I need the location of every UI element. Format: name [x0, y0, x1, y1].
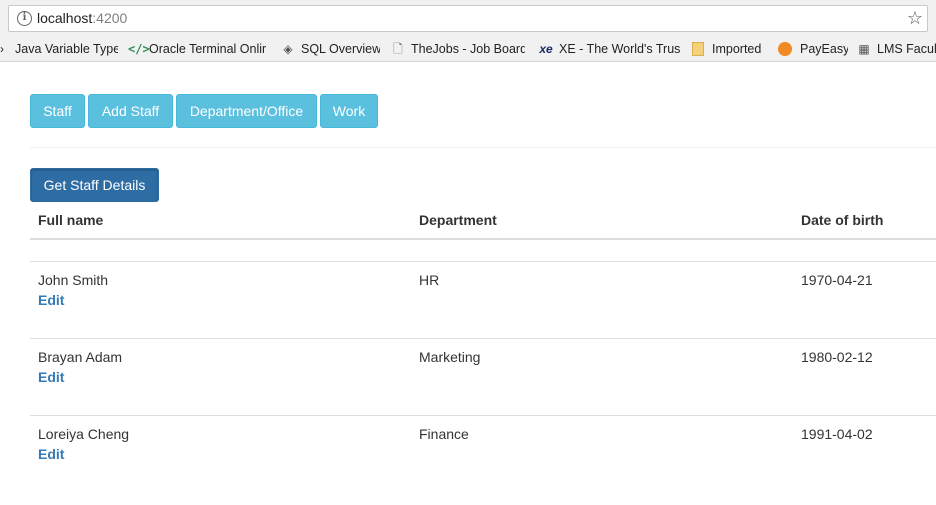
- table-row-divider: [30, 338, 936, 339]
- bookmarks-bar: › Java Variable Types </>Oracle Terminal …: [0, 36, 936, 62]
- staff-department: Marketing: [419, 349, 481, 365]
- url-text[interactable]: localhost:4200: [37, 10, 127, 26]
- section-divider: [30, 147, 936, 148]
- folder-icon: [692, 42, 704, 56]
- get-staff-details-button[interactable]: Get Staff Details: [30, 168, 159, 202]
- edit-link[interactable]: Edit: [38, 446, 64, 462]
- address-bar[interactable]: i localhost:4200 ☆: [8, 5, 928, 32]
- arrow-icon: ›: [0, 42, 4, 56]
- nav-add-staff-button[interactable]: Add Staff: [88, 94, 173, 128]
- column-header-date-of-birth: Date of birth: [801, 212, 884, 228]
- bookmark-imported[interactable]: Imported: [692, 40, 768, 58]
- staff-department: HR: [419, 272, 440, 288]
- edit-link[interactable]: Edit: [38, 369, 64, 385]
- nav-staff-button[interactable]: Staff: [30, 94, 85, 128]
- column-header-full-name: Full name: [38, 212, 104, 228]
- payeasy-icon: [778, 42, 792, 56]
- page-icon: 🗋: [393, 42, 403, 56]
- table-row-divider: [30, 261, 936, 262]
- staff-name: John Smith: [38, 272, 109, 288]
- staff-name: Loreiya Cheng: [38, 426, 130, 442]
- bookmark-xe[interactable]: xe XE - The World's Trus: [538, 40, 680, 58]
- browser-toolbar: i localhost:4200 ☆: [0, 0, 936, 36]
- staff-date-of-birth: 1970-04-21: [801, 272, 873, 288]
- bookmark-star-icon[interactable]: ☆: [907, 7, 923, 29]
- staff-name: Brayan Adam: [38, 349, 123, 365]
- staff-date-of-birth: 1980-02-12: [801, 349, 873, 365]
- lms-icon: ▦: [858, 42, 870, 56]
- staff-date-of-birth: 1991-04-02: [801, 426, 873, 442]
- bookmark-java-variable-types[interactable]: › Java Variable Types: [0, 40, 118, 58]
- info-icon[interactable]: i: [17, 11, 32, 26]
- table-row-divider: [30, 415, 936, 416]
- edit-link[interactable]: Edit: [38, 292, 64, 308]
- diamond-icon: ◈: [283, 42, 293, 56]
- bookmark-thejobs[interactable]: 🗋 TheJobs - Job Board: [390, 40, 525, 58]
- bookmark-sql-overview[interactable]: ◈ SQL Overview: [280, 40, 380, 58]
- code-icon: </>: [128, 42, 150, 56]
- nav-department-office-button[interactable]: Department/Office: [176, 94, 317, 128]
- table-header-divider: [30, 238, 936, 240]
- xe-icon: xe: [539, 42, 553, 56]
- nav-work-button[interactable]: Work: [320, 94, 378, 128]
- column-header-department: Department: [419, 212, 497, 228]
- bookmark-payeasy[interactable]: PayEasy: [778, 40, 848, 58]
- bookmark-lms-faculty[interactable]: ▦ LMS Facult: [856, 40, 936, 58]
- bookmark-oracle-terminal[interactable]: </>Oracle Terminal Onlir: [128, 40, 268, 58]
- staff-department: Finance: [419, 426, 469, 442]
